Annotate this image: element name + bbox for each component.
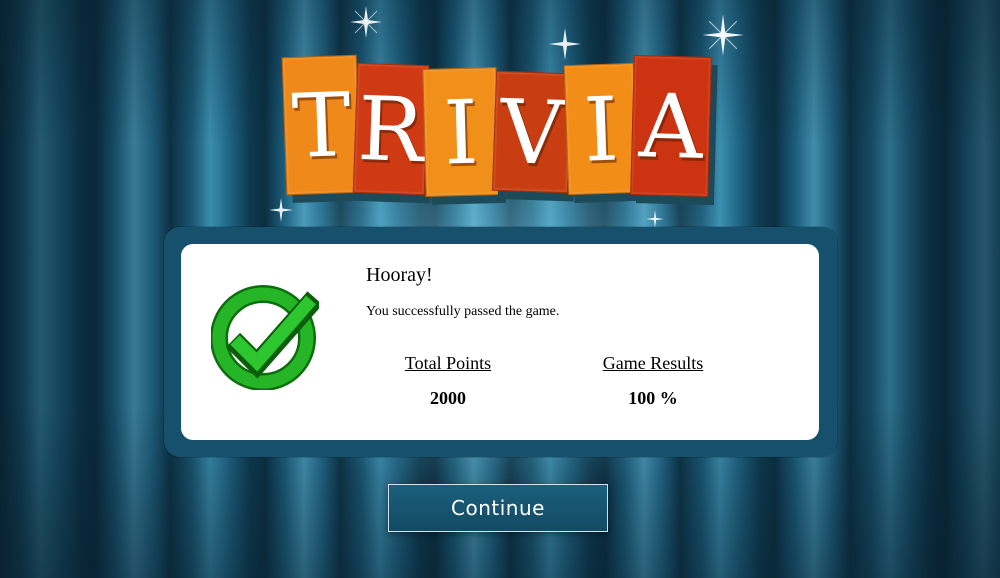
- title-letter: I: [422, 67, 500, 197]
- continue-button[interactable]: Continue: [388, 484, 608, 532]
- title-letter: V: [491, 70, 573, 194]
- trivia-title-logo: T R I V I A: [0, 0, 1000, 230]
- results-dialog: Hooray! You successfully passed the game…: [181, 244, 819, 440]
- title-letter: R: [352, 62, 430, 196]
- title-letter: T: [281, 54, 362, 196]
- dialog-message: You successfully passed the game.: [366, 304, 560, 319]
- game-results-value: 100 %: [628, 388, 678, 408]
- dialog-heading: Hooray!: [366, 264, 433, 286]
- title-letter: I: [563, 62, 639, 196]
- total-points-value: 2000: [430, 388, 466, 408]
- total-points-label: Total Points: [404, 353, 492, 373]
- checkmark-icon: [211, 285, 319, 390]
- game-results-label: Game Results: [602, 353, 704, 373]
- title-letter: A: [630, 55, 712, 197]
